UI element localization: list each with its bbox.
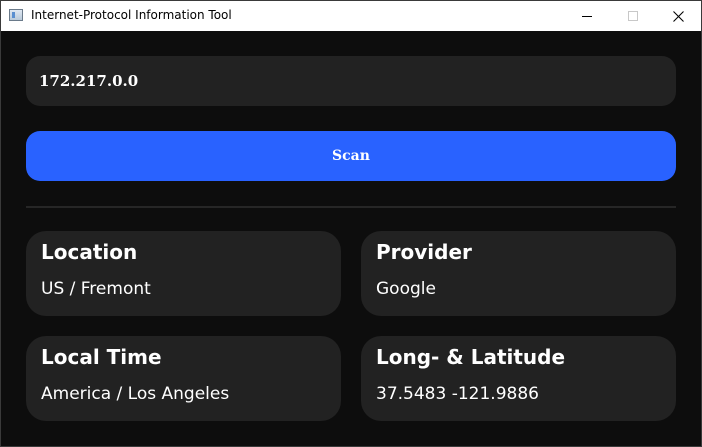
app-window-icon: [9, 9, 23, 21]
provider-value: Google: [376, 279, 436, 299]
local-time-title: Local Time: [41, 345, 162, 369]
local-time-value: America / Los Angeles: [41, 384, 230, 404]
title-bar[interactable]: Internet-Protocol Information Tool: [1, 1, 701, 31]
close-icon: [672, 10, 684, 22]
maximize-button[interactable]: [610, 1, 656, 31]
coordinates-card: Long- & Latitude 37.5483 -121.9886: [361, 336, 676, 421]
scan-button[interactable]: Scan: [26, 131, 676, 181]
location-title: Location: [41, 240, 138, 264]
main-content: Scan Location US / Fremont Provider Goog…: [1, 31, 701, 446]
window-title: Internet-Protocol Information Tool: [31, 8, 232, 22]
provider-card: Provider Google: [361, 231, 676, 316]
local-time-card: Local Time America / Los Angeles: [26, 336, 341, 421]
close-button[interactable]: [655, 1, 701, 31]
coordinates-title: Long- & Latitude: [376, 345, 566, 369]
minimize-icon: [582, 16, 592, 17]
app-window: Internet-Protocol Information Tool Scan …: [0, 0, 702, 447]
ip-address-input[interactable]: [26, 56, 676, 106]
divider: [26, 206, 676, 208]
maximize-icon: [628, 11, 638, 21]
location-value: US / Fremont: [41, 279, 151, 299]
coordinates-value: 37.5483 -121.9886: [376, 384, 539, 404]
minimize-button[interactable]: [564, 1, 610, 31]
location-card: Location US / Fremont: [26, 231, 341, 316]
provider-title: Provider: [376, 240, 472, 264]
